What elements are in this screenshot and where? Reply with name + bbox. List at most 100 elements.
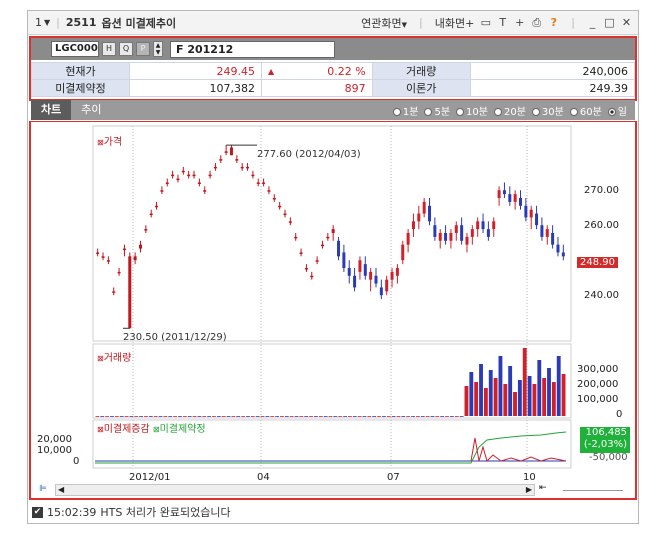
close-icon[interactable]: ✕	[621, 17, 632, 28]
volume-bar	[299, 416, 304, 417]
minimize-icon[interactable]: _	[587, 17, 598, 28]
volume-bar	[304, 416, 309, 417]
period-option-5[interactable]: 60분	[569, 103, 602, 118]
volume-bar	[377, 416, 381, 417]
volume-bar	[396, 416, 401, 417]
period-option-3[interactable]: 20분	[493, 103, 526, 118]
volume-bar	[547, 368, 551, 416]
radio-icon	[607, 107, 616, 116]
volume-bar	[401, 416, 406, 417]
candle-body	[294, 236, 298, 239]
candle-body	[342, 252, 346, 268]
period-option-0[interactable]: 1분	[392, 103, 418, 118]
candle-body	[540, 225, 544, 237]
volume-bar	[411, 416, 415, 417]
candle-body	[203, 190, 207, 192]
scroll-left-icon[interactable]: ◀	[58, 485, 64, 494]
candle-body	[390, 271, 394, 280]
oi-current-tag: 106,485 (-2,03%)	[580, 427, 630, 453]
candle-body	[176, 178, 180, 181]
candle-body	[192, 174, 196, 177]
window-title: 옵션 미결제추이	[101, 16, 177, 30]
tab-trend[interactable]: 추이	[71, 100, 111, 120]
search-button[interactable]: Q	[119, 42, 133, 56]
plus-icon[interactable]: +	[514, 17, 525, 28]
volume-bar	[328, 416, 333, 417]
oi-legend: ⊠미결제증감 ⊠미결제약정	[97, 424, 206, 435]
zoom-handle-icon[interactable]: ⇤	[539, 483, 559, 497]
candle-body	[310, 275, 314, 278]
candle-body	[165, 182, 169, 184]
volume-bar	[352, 416, 357, 417]
oi-line	[95, 431, 567, 464]
candle-body	[299, 252, 303, 254]
volume-bar	[202, 416, 207, 417]
candle-body	[417, 213, 421, 222]
code-spinner[interactable]: ▲ ▼	[153, 41, 163, 57]
candle-body	[171, 174, 175, 177]
candle-body	[112, 291, 116, 293]
volume-bar	[503, 384, 508, 416]
scroll-right-icon[interactable]: ▶	[526, 485, 532, 494]
current-price-label: 현재가	[31, 62, 130, 80]
low-annotation: 230.50 (2011/12/29)	[123, 332, 227, 343]
chart-area[interactable]: ⊠가격 ⊠거래량 ⊠미결제증감 ⊠미결제약정 277.60 (2012/04/0…	[31, 122, 635, 498]
window-number-dropdown-icon[interactable]: ▼	[44, 18, 50, 27]
chart-settings-icon[interactable]: ⊫	[39, 484, 53, 496]
price-tick-270: 270.00	[584, 185, 619, 196]
price-tick-260: 260.00	[584, 220, 619, 231]
help-icon[interactable]: ?	[548, 17, 559, 28]
zoom-slider[interactable]	[563, 490, 623, 491]
volume-bar	[449, 416, 454, 417]
volume-bar	[556, 356, 561, 416]
volume-bar	[474, 382, 479, 416]
candle-body	[470, 229, 474, 237]
history-button[interactable]: H	[102, 42, 116, 56]
volume-bar	[289, 416, 294, 417]
volume-bar	[246, 416, 250, 417]
status-bar: ✔ 15:02:39 HTS 처리가 완료되었습니다	[32, 503, 636, 521]
volume-bar	[469, 372, 474, 416]
candle-body	[374, 275, 378, 284]
tab-chart[interactable]: 차트	[31, 100, 72, 120]
candle-body	[422, 201, 426, 214]
option-code-input[interactable]: LGC000	[51, 41, 99, 57]
candle-body	[320, 244, 324, 247]
candle-body	[315, 260, 319, 262]
period-option-4[interactable]: 30분	[531, 103, 564, 118]
volume-bar	[323, 416, 328, 417]
candle-body	[256, 182, 260, 184]
oi-chart[interactable]	[31, 122, 635, 498]
period-option-6[interactable]: 일	[607, 103, 627, 118]
volume-bar	[197, 416, 202, 417]
candle-body	[219, 159, 223, 161]
period-option-1[interactable]: 5분	[424, 103, 450, 118]
window-number[interactable]: 1	[35, 16, 42, 29]
volume-bar	[333, 416, 338, 417]
candle-body	[251, 174, 255, 177]
maximize-icon[interactable]: □	[604, 17, 615, 28]
oi-change-value: 897	[261, 79, 373, 97]
period-option-2[interactable]: 10분	[456, 103, 488, 118]
volume-bar	[255, 416, 260, 417]
x-tick-2012-01: 2012/01	[129, 472, 171, 483]
text-icon[interactable]: T	[497, 17, 508, 28]
volume-bar	[280, 416, 284, 417]
volume-bar	[139, 416, 144, 417]
monitor-icon[interactable]: ▭	[480, 17, 491, 28]
volume-bar	[440, 416, 445, 417]
print-icon[interactable]: ⎙	[531, 17, 542, 28]
candle-body	[347, 268, 351, 276]
candle-body	[379, 287, 383, 296]
futures-code-field[interactable]: F 201212	[170, 40, 335, 58]
p-button[interactable]: P	[136, 42, 150, 56]
volume-bar	[173, 416, 178, 417]
my-screen-menu[interactable]: 내화면+	[435, 15, 475, 31]
candle-body	[278, 205, 282, 208]
candle-body	[551, 233, 555, 245]
volume-bar	[479, 364, 483, 416]
chart-scrollbar[interactable]: ◀ ▶	[55, 484, 535, 496]
volume-bar	[464, 386, 469, 416]
oi-value: 107,382	[129, 79, 262, 97]
related-screen-menu[interactable]: 연관화면▼	[361, 15, 407, 31]
